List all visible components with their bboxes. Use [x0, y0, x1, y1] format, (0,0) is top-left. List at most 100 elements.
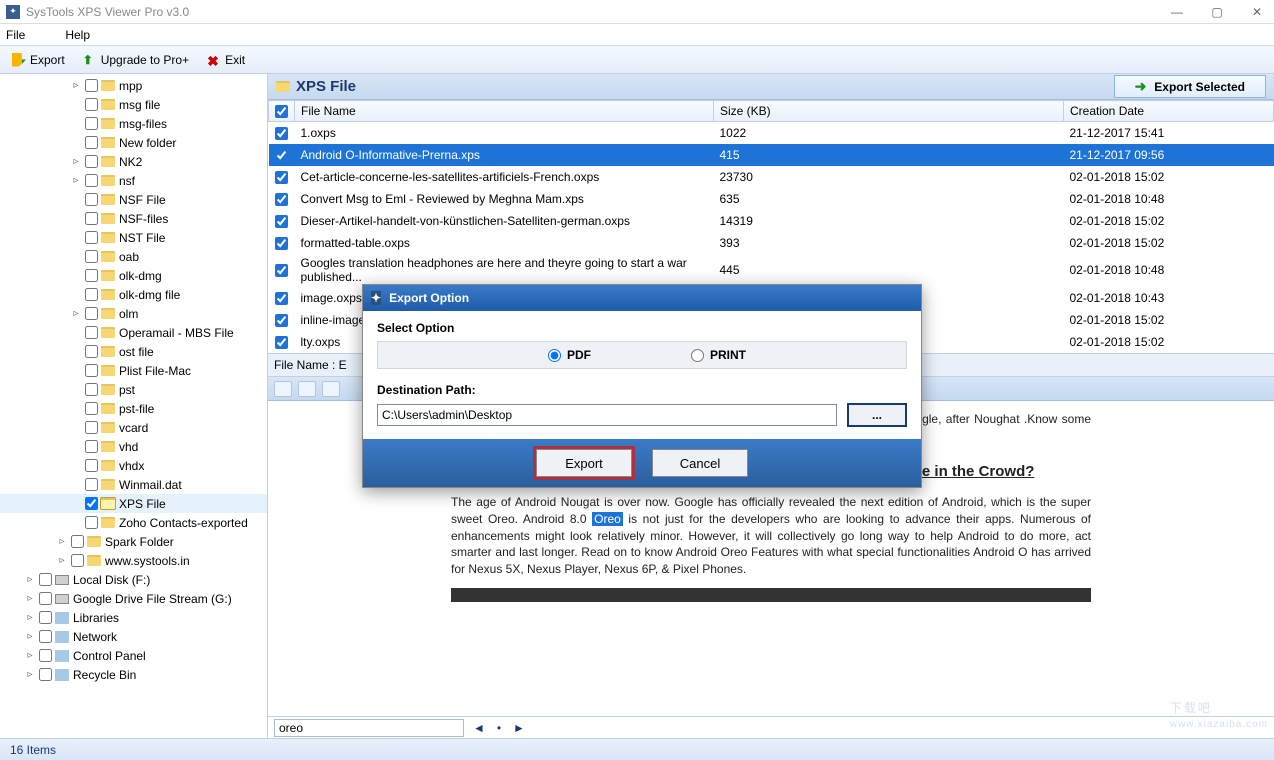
upgrade-button[interactable]: ⬆ Upgrade to Pro+ [77, 51, 195, 69]
row-checkbox[interactable] [275, 314, 288, 327]
drive-icon [55, 594, 69, 604]
row-checkbox[interactable] [275, 292, 288, 305]
tree-folder-4[interactable]: ▹NK2 [0, 152, 267, 171]
col-creation-date[interactable]: Creation Date [1064, 101, 1274, 122]
search-sep: • [490, 720, 508, 736]
exit-button[interactable]: ✖ Exit [201, 51, 251, 69]
row-size: 393 [714, 232, 1064, 254]
dialog-title-bar: ✦ Export Option [363, 285, 921, 311]
tree-folder-1[interactable]: msg file [0, 95, 267, 114]
tree-drive-1[interactable]: ▹Google Drive File Stream (G:) [0, 589, 267, 608]
search-prev-icon[interactable]: ◄ [470, 720, 488, 736]
minimize-button[interactable]: — [1166, 5, 1188, 19]
row-name: Googles translation headphones are here … [295, 254, 714, 287]
option-pdf[interactable]: PDF [548, 348, 591, 362]
toolbar: Export ⬆ Upgrade to Pro+ ✖ Exit [0, 46, 1274, 74]
tree-folder-15[interactable]: Plist File-Mac [0, 361, 267, 380]
col-file-name[interactable]: File Name [295, 101, 714, 122]
exit-icon: ✖ [207, 53, 221, 67]
tree-folder-0[interactable]: ▹mpp [0, 76, 267, 95]
browse-button[interactable]: ... [847, 403, 907, 427]
tree-folder-24[interactable]: ▹Spark Folder [0, 532, 267, 551]
tree-drive-0[interactable]: ▹Local Disk (F:) [0, 570, 267, 589]
file-row[interactable]: formatted-table.oxps39302-01-2018 15:02 [269, 232, 1274, 254]
menu-file[interactable]: File [6, 28, 25, 42]
folder-tree[interactable]: ▹mppmsg filemsg-filesNew folder▹NK2▹nsfN… [0, 74, 268, 738]
tree-folder-21[interactable]: Winmail.dat [0, 475, 267, 494]
bin-icon [55, 669, 69, 681]
tree-drive-4[interactable]: ▹Control Panel [0, 646, 267, 665]
tree-folder-22[interactable]: XPS File [0, 494, 267, 513]
row-checkbox[interactable] [275, 215, 288, 228]
row-size: 1022 [714, 122, 1064, 144]
folder-icon [101, 460, 115, 471]
col-size[interactable]: Size (KB) [714, 101, 1064, 122]
folder-icon [101, 80, 115, 91]
preview-tool-1[interactable] [274, 381, 292, 397]
tree-folder-23[interactable]: Zoho Contacts-exported [0, 513, 267, 532]
file-row[interactable]: 1.oxps102221-12-2017 15:41 [269, 122, 1274, 144]
dialog-export-button[interactable]: Export [536, 449, 632, 477]
row-checkbox[interactable] [275, 336, 288, 349]
tree-folder-6[interactable]: NSF File [0, 190, 267, 209]
row-checkbox[interactable] [275, 149, 288, 162]
close-button[interactable]: ✕ [1246, 5, 1268, 19]
tree-folder-8[interactable]: NST File [0, 228, 267, 247]
search-input[interactable] [274, 719, 464, 737]
tree-drive-2[interactable]: ▹Libraries [0, 608, 267, 627]
cp-icon [55, 650, 69, 662]
row-checkbox[interactable] [275, 264, 288, 277]
file-row[interactable]: Convert Msg to Eml - Reviewed by Meghna … [269, 188, 1274, 210]
tree-folder-5[interactable]: ▹nsf [0, 171, 267, 190]
lib-icon [55, 612, 69, 624]
row-name: Convert Msg to Eml - Reviewed by Meghna … [295, 188, 714, 210]
row-checkbox[interactable] [275, 193, 288, 206]
row-name: formatted-table.oxps [295, 232, 714, 254]
tree-folder-7[interactable]: NSF-files [0, 209, 267, 228]
folder-icon [101, 441, 115, 452]
folder-icon [87, 536, 101, 547]
file-row[interactable]: Googles translation headphones are here … [269, 254, 1274, 287]
search-next-icon[interactable]: ► [510, 720, 528, 736]
tree-folder-16[interactable]: pst [0, 380, 267, 399]
file-row[interactable]: Cet-article-concerne-les-satellites-arti… [269, 166, 1274, 188]
row-size: 23730 [714, 166, 1064, 188]
option-print[interactable]: PRINT [691, 348, 746, 362]
menu-help[interactable]: Help [65, 28, 90, 42]
tree-folder-20[interactable]: vhdx [0, 456, 267, 475]
row-date: 02-01-2018 10:48 [1064, 188, 1274, 210]
file-row[interactable]: Android O-Informative-Prerna.xps41521-12… [269, 144, 1274, 166]
dialog-cancel-button[interactable]: Cancel [652, 449, 748, 477]
content-title: XPS File [296, 78, 1114, 95]
preview-tool-2[interactable] [298, 381, 316, 397]
tree-folder-17[interactable]: pst-file [0, 399, 267, 418]
export-button[interactable]: Export [6, 51, 71, 69]
tree-folder-3[interactable]: New folder [0, 133, 267, 152]
upgrade-icon: ⬆ [83, 53, 97, 67]
folder-icon [101, 479, 115, 490]
row-checkbox[interactable] [275, 171, 288, 184]
folder-icon [101, 498, 115, 509]
maximize-button[interactable]: ▢ [1206, 5, 1228, 19]
search-highlight: Oreo [592, 512, 623, 526]
row-checkbox[interactable] [275, 127, 288, 140]
tree-folder-12[interactable]: ▹olm [0, 304, 267, 323]
destination-input[interactable] [377, 404, 837, 426]
select-all-checkbox[interactable] [275, 105, 288, 118]
tree-folder-9[interactable]: oab [0, 247, 267, 266]
tree-folder-11[interactable]: olk-dmg file [0, 285, 267, 304]
tree-folder-13[interactable]: Operamail - MBS File [0, 323, 267, 342]
tree-drive-5[interactable]: ▹Recycle Bin [0, 665, 267, 684]
tree-folder-2[interactable]: msg-files [0, 114, 267, 133]
tree-folder-14[interactable]: ost file [0, 342, 267, 361]
tree-folder-25[interactable]: ▹www.systools.in [0, 551, 267, 570]
file-row[interactable]: Dieser-Artikel-handelt-von-künstlichen-S… [269, 210, 1274, 232]
tree-folder-19[interactable]: vhd [0, 437, 267, 456]
folder-icon [101, 403, 115, 414]
export-selected-button[interactable]: ➜ Export Selected [1114, 75, 1266, 98]
tree-folder-10[interactable]: olk-dmg [0, 266, 267, 285]
tree-folder-18[interactable]: vcard [0, 418, 267, 437]
preview-tool-3[interactable] [322, 381, 340, 397]
row-checkbox[interactable] [275, 237, 288, 250]
tree-drive-3[interactable]: ▹Network [0, 627, 267, 646]
